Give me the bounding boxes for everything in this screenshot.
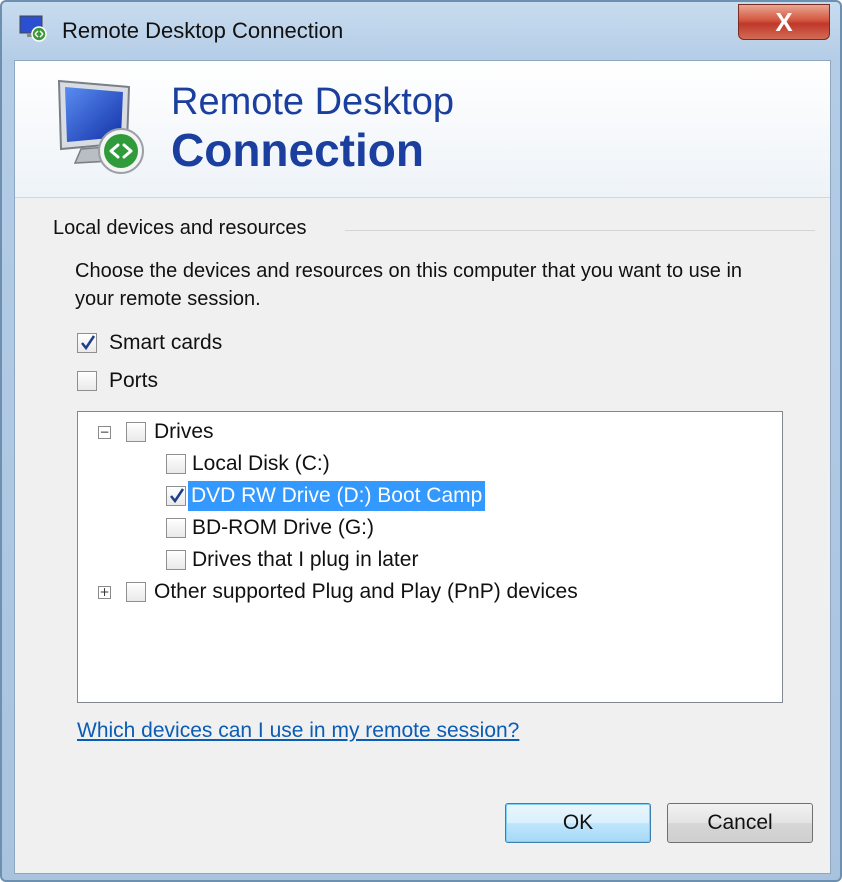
later-drives-checkbox[interactable]: [166, 550, 186, 570]
tree-item-label-selected[interactable]: DVD RW Drive (D:) Boot Camp: [188, 481, 486, 511]
title-bar[interactable]: Remote Desktop Connection X: [2, 2, 840, 60]
banner-title-line2: Connection: [171, 124, 424, 176]
close-icon: X: [775, 7, 793, 37]
help-link[interactable]: Which devices can I use in my remote ses…: [77, 719, 519, 743]
section-divider: [345, 230, 815, 231]
close-button[interactable]: X: [738, 4, 830, 40]
checkbox-check-icon: [170, 488, 185, 504]
smart-cards-checkbox[interactable]: [77, 333, 97, 353]
device-tree[interactable]: − Drives Local Disk (C:) DVD RW Drive (D…: [77, 411, 783, 703]
tree-item-label[interactable]: Drives that I plug in later: [192, 548, 418, 572]
local-disk-checkbox[interactable]: [166, 454, 186, 474]
window-title: Remote Desktop Connection: [62, 18, 344, 43]
pnp-label[interactable]: Other supported Plug and Play (PnP) devi…: [154, 580, 578, 604]
bd-rom-checkbox[interactable]: [166, 518, 186, 538]
banner-title-line1: Remote Desktop: [171, 81, 455, 123]
remote-desktop-icon: [19, 15, 47, 42]
checkbox-check-icon: [81, 335, 96, 351]
remote-desktop-icon: [57, 79, 144, 174]
dvd-drive-checkbox[interactable]: [166, 486, 186, 506]
ok-button[interactable]: OK: [505, 803, 651, 843]
ports-checkbox[interactable]: [77, 371, 97, 391]
tree-item-label[interactable]: BD-ROM Drive (G:): [192, 516, 374, 540]
tree-expand-icon[interactable]: +: [98, 586, 111, 599]
dialog-window: Remote Desktop Connection X Remote Deskt…: [0, 0, 842, 882]
cancel-button[interactable]: Cancel: [667, 803, 813, 843]
pnp-checkbox[interactable]: [126, 582, 146, 602]
drives-checkbox[interactable]: [126, 422, 146, 442]
smart-cards-label[interactable]: Smart cards: [109, 331, 222, 355]
dialog-client-area: Remote Desktop Connection Local devices …: [14, 60, 831, 874]
tree-collapse-icon[interactable]: −: [98, 426, 111, 439]
ports-label[interactable]: Ports: [109, 369, 158, 393]
tree-item-label[interactable]: Local Disk (C:): [192, 452, 330, 476]
drives-label[interactable]: Drives: [154, 420, 214, 444]
section-label: Local devices and resources: [53, 217, 307, 239]
header-banner: Remote Desktop Connection: [15, 61, 830, 198]
section-description: Choose the devices and resources on this…: [75, 260, 743, 310]
